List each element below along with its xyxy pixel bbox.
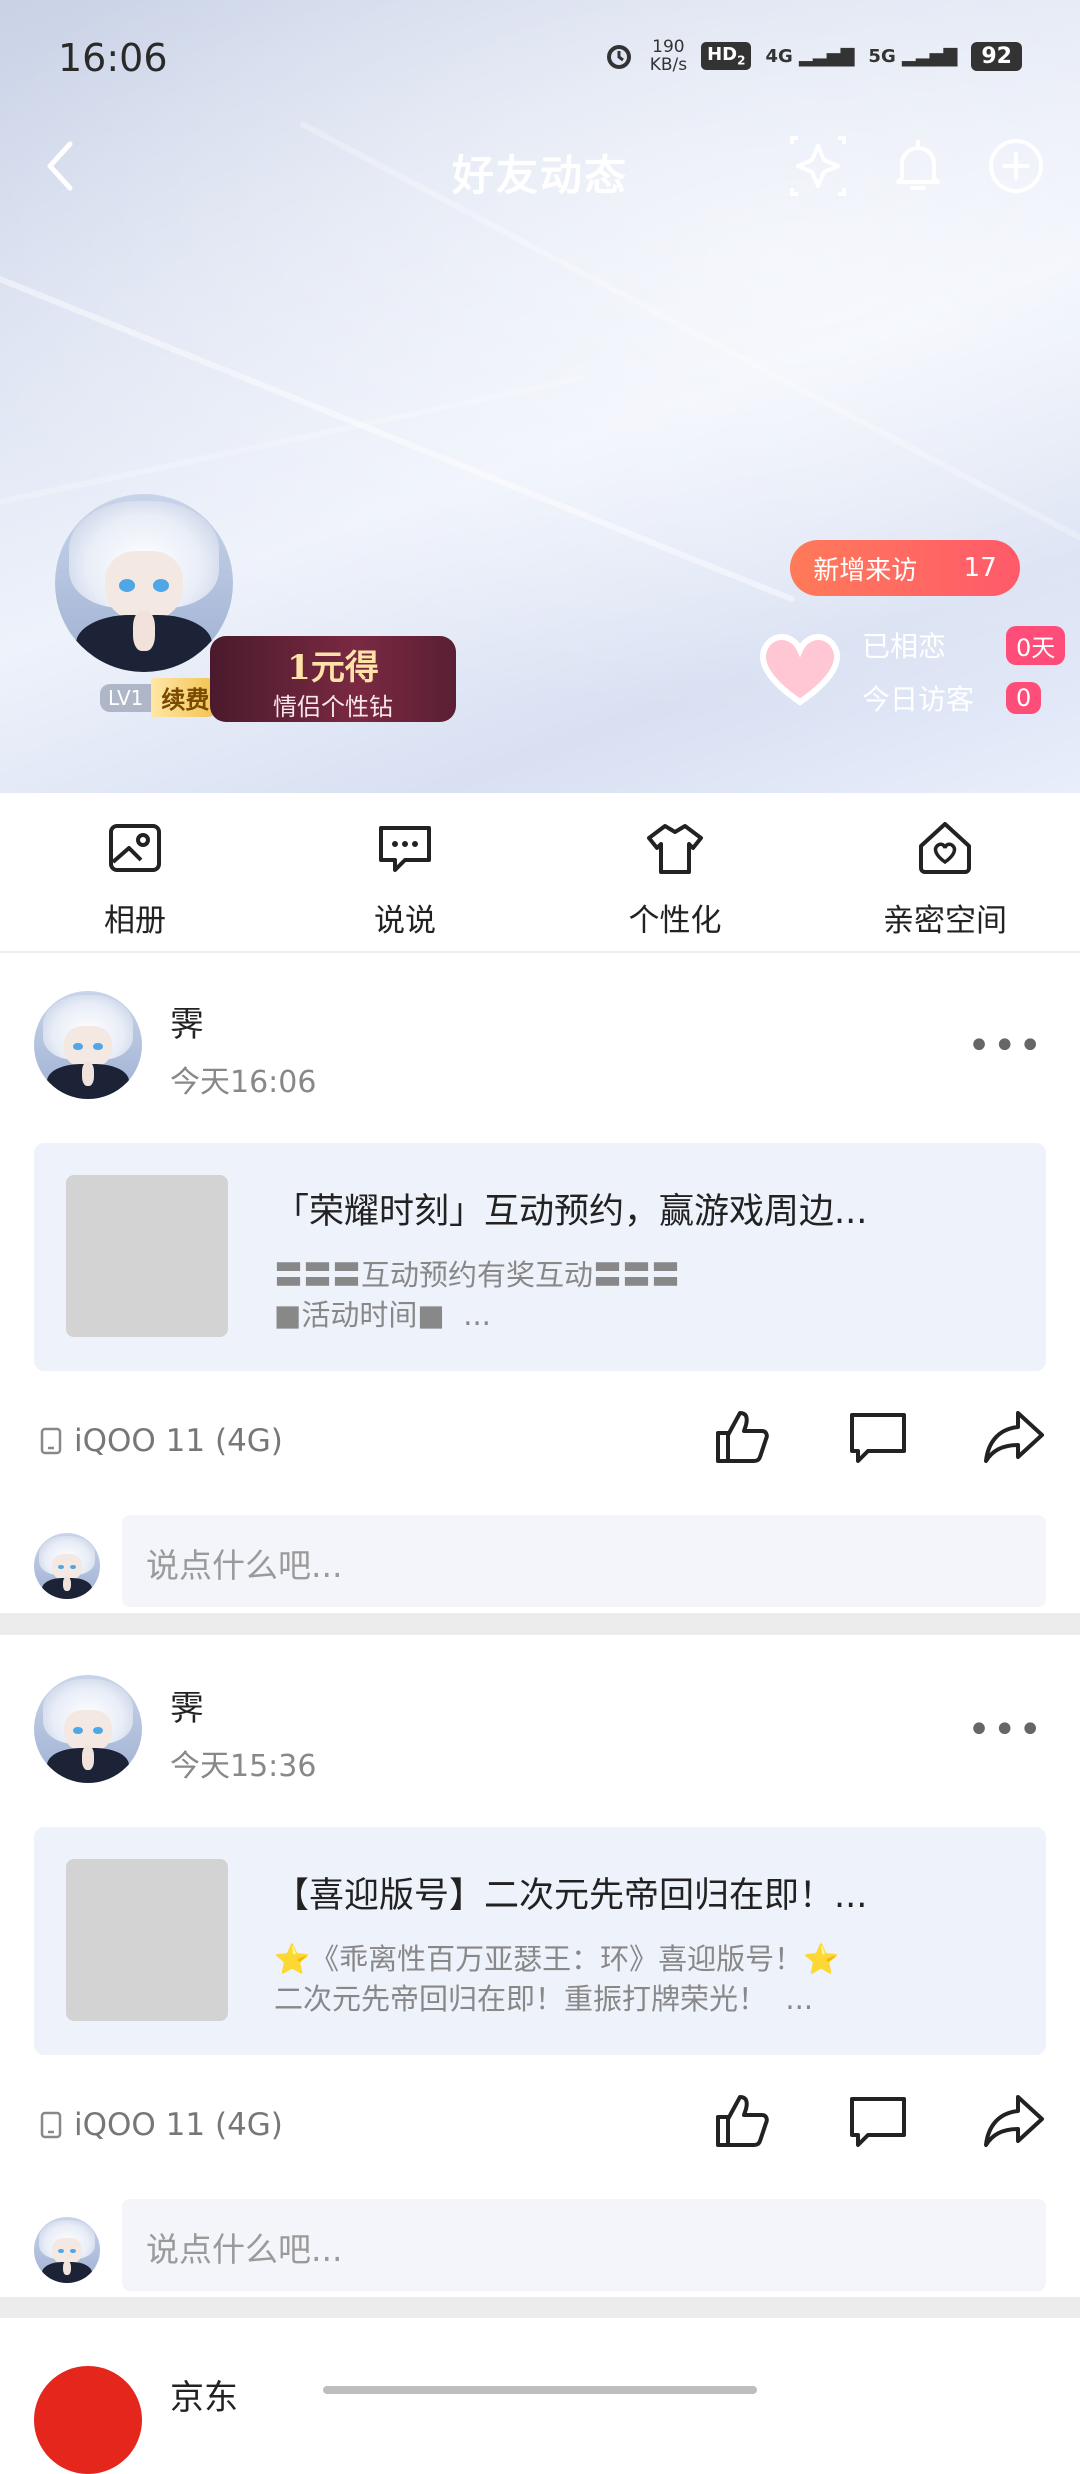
battery-indicator: 92 (971, 41, 1022, 71)
level-badge[interactable]: LV1 续费 (100, 678, 220, 717)
status-time: 16:06 (58, 36, 168, 80)
post-device: iQOO 11 (4G) (40, 2107, 283, 2143)
post-author[interactable]: 京东 (170, 2370, 238, 2419)
post-device: iQOO 11 (4G) (40, 1423, 283, 1459)
avatar-image (34, 991, 142, 1099)
level-label: LV1 (100, 683, 152, 712)
album-icon (109, 824, 161, 872)
profile-avatar[interactable] (55, 494, 233, 672)
comment-placeholder: 说点什么吧... (146, 2230, 343, 2269)
signal-5g-label: 5G (868, 45, 896, 67)
nav-bar: 好友动态 (0, 120, 1080, 220)
avatar-image (34, 1533, 100, 1599)
feed-post: 霁 今天15:36 ••• 【喜迎版号】二次元先帝回归在即！... ⭐《乖离性百… (0, 1637, 1080, 2297)
post-avatar[interactable] (34, 991, 142, 1099)
share-icon[interactable] (982, 1405, 1046, 1469)
today-visitors-stat: 今日访客 0 (862, 678, 1042, 718)
signal-4g-label: 4G (765, 45, 793, 67)
post-divider (0, 2297, 1080, 2319)
avatar-image (55, 494, 233, 672)
shared-link-card[interactable]: 「荣耀时刻」互动预约，赢游戏周边... 〓〓〓互动预约有奖互动〓〓〓 ■活动时间… (34, 1143, 1046, 1371)
jd-avatar[interactable] (34, 2366, 142, 2474)
link-description: ⭐《乖离性百万亚瑟王：环》喜迎版号！⭐ 二次元先帝回归在即！重振打牌荣光！ ..… (274, 1942, 840, 2016)
avatar-image (34, 2217, 100, 2283)
more-options-icon[interactable]: ••• (967, 1023, 1044, 1069)
comment-input[interactable]: 说点什么吧... (122, 1515, 1046, 1607)
hd-badge: HD2 (701, 42, 752, 70)
sparkle-icon[interactable] (786, 134, 850, 198)
share-icon[interactable] (982, 2089, 1046, 2153)
new-visitors-count: 17 (963, 553, 997, 583)
post-avatar[interactable] (34, 1675, 142, 1783)
new-visitors-label: 新增来访 (813, 555, 918, 586)
today-visitors-label: 今日访客 (862, 683, 975, 716)
tab-personalize[interactable]: 个性化 (540, 793, 810, 951)
more-options-icon[interactable]: ••• (967, 1707, 1044, 1753)
comment-icon[interactable] (846, 1405, 910, 1469)
tshirt-icon (647, 824, 703, 874)
my-avatar (34, 1533, 100, 1599)
promo-subtitle: 情侣个性钻 (273, 693, 393, 721)
together-value: 0天 (1006, 625, 1066, 665)
device-label: iQOO 11 (4G) (74, 1423, 283, 1459)
alarm-icon (606, 45, 631, 69)
like-icon[interactable] (710, 1405, 774, 1469)
comment-input[interactable]: 说点什么吧... (122, 2199, 1046, 2291)
home-indicator[interactable] (323, 2386, 757, 2394)
tab-album[interactable]: 相册 (0, 793, 270, 951)
tab-talk[interactable]: 说说 (270, 793, 540, 951)
link-title: 「荣耀时刻」互动预约，赢游戏周边... (274, 1192, 868, 1232)
avatar-image (34, 1675, 142, 1783)
post-time: 今天16:06 (170, 1065, 317, 1100)
post-author[interactable]: 霁 (170, 997, 204, 1046)
link-description: 〓〓〓互动预约有奖互动〓〓〓 ■活动时间■ ... (274, 1258, 681, 1332)
link-title: 【喜迎版号】二次元先帝回归在即！... (274, 1876, 868, 1916)
tab-personalize-label: 个性化 (628, 903, 722, 939)
feed-post: 霁 今天16:06 ••• 「荣耀时刻」互动预约，赢游戏周边... 〓〓〓互动预… (0, 953, 1080, 1613)
bell-icon[interactable] (886, 134, 950, 198)
tab-intimate-space[interactable]: 亲密空间 (810, 793, 1080, 951)
promo-title: 1元得 (287, 648, 379, 688)
comment-icon[interactable] (846, 2089, 910, 2153)
shared-link-card[interactable]: 【喜迎版号】二次元先帝回归在即！... ⭐《乖离性百万亚瑟王：环》喜迎版号！⭐ … (34, 1827, 1046, 2055)
today-visitors-value: 0 (1006, 682, 1042, 714)
net-speed: 190 KB/s (650, 38, 687, 74)
feature-tabs: 相册 说说 个性化 亲密空间 (0, 793, 1080, 953)
status-icons: 190 KB/s HD2 4G ▂▃▅▇ 5G ▂▃▅▇ 92 (602, 38, 1022, 74)
signal-4g: 4G ▂▃▅▇ (765, 45, 855, 67)
heart-icon[interactable] (755, 628, 845, 708)
my-avatar (34, 2217, 100, 2283)
net-speed-unit: KB/s (649, 55, 688, 75)
hd-sub: 2 (737, 53, 746, 68)
device-label: iQOO 11 (4G) (74, 2107, 283, 2143)
new-visitors-button[interactable]: 新增来访 17 (790, 540, 1020, 596)
post-author[interactable]: 霁 (170, 1681, 204, 1730)
promo-banner[interactable]: 1元得 情侣个性钻 (210, 636, 456, 722)
tab-talk-label: 说说 (374, 903, 436, 939)
phone-icon (40, 2111, 62, 2139)
status-bar: 16:06 190 KB/s HD2 4G ▂▃▅▇ 5G ▂▃▅▇ 92 (0, 0, 1080, 120)
talk-icon (379, 826, 431, 872)
together-stat: 已相恋 0天 (862, 625, 1066, 665)
signal-5g: 5G ▂▃▅▇ (868, 45, 958, 67)
profile-header: 16:06 190 KB/s HD2 4G ▂▃▅▇ 5G ▂▃▅▇ 92 好友… (0, 0, 1080, 793)
phone-icon (40, 1427, 62, 1455)
tab-intimate-space-label: 亲密空间 (883, 903, 1007, 939)
add-icon[interactable] (984, 134, 1048, 198)
link-thumbnail (66, 1175, 228, 1337)
comment-placeholder: 说点什么吧... (146, 1546, 343, 1585)
like-icon[interactable] (710, 2089, 774, 2153)
tab-album-label: 相册 (104, 903, 166, 939)
together-label: 已相恋 (862, 630, 947, 663)
hd-text: HD (707, 44, 738, 66)
intimate-home-icon (919, 822, 971, 874)
net-speed-value: 190 (652, 37, 685, 57)
post-time: 今天15:36 (170, 1749, 317, 1784)
post-divider (0, 1613, 1080, 1635)
link-thumbnail (66, 1859, 228, 2021)
